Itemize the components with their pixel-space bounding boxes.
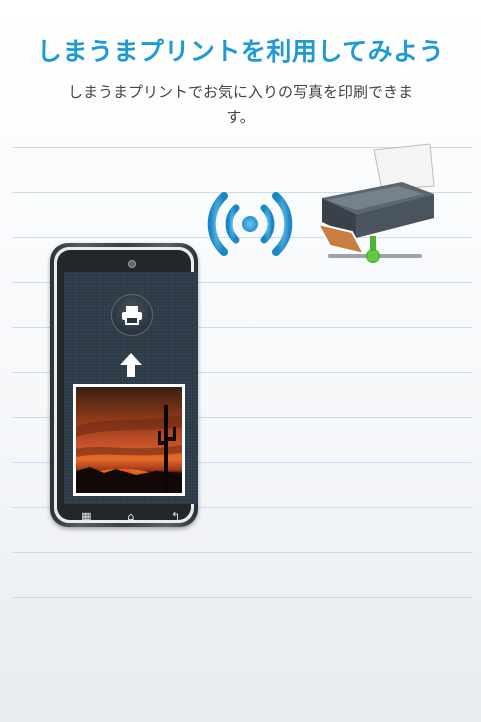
ruled-line [12,597,472,598]
photo-image [76,405,182,493]
phone-bezel: ▦ ⌂ ↰ [54,247,198,523]
smartphone: ▦ ⌂ ↰ [50,243,198,527]
camera-icon [128,260,136,268]
page-title: しまうまプリントを利用してみよう [36,37,445,66]
network-printer-icon [316,143,435,263]
back-icon[interactable]: ↰ [162,507,190,525]
ruled-line [12,552,472,553]
print-button[interactable] [111,294,153,336]
grid-menu-icon[interactable]: ▦ [72,507,100,525]
arrow-up-icon [120,353,142,377]
home-icon[interactable]: ⌂ [117,507,145,525]
sunset-cactus-photo[interactable] [73,384,185,496]
phone-screen [64,272,198,504]
wifi-signal-icon [207,192,293,256]
phone-body: ▦ ⌂ ↰ [57,250,198,523]
page-subtitle: しまうまプリントでお気に入りの写真を印刷できます。 [67,83,413,126]
printer-icon [122,306,142,325]
phone-nav-bar: ▦ ⌂ ↰ [64,506,198,526]
